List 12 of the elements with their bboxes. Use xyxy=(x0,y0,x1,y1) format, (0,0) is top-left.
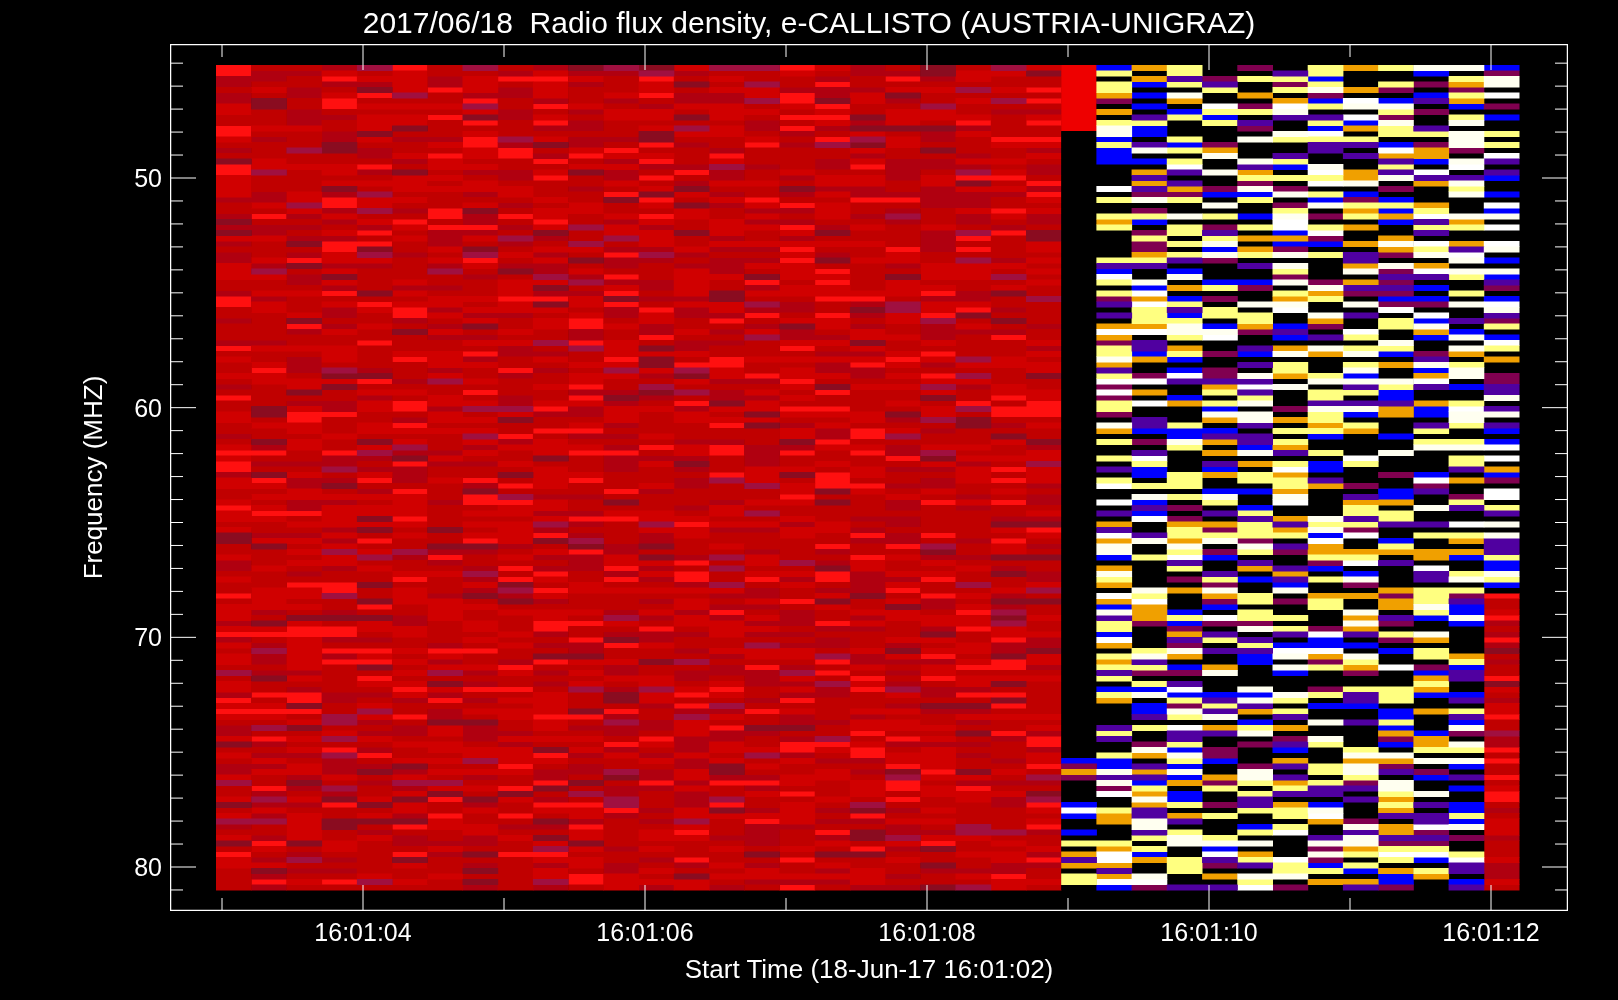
y-tick-label: 50 xyxy=(134,166,162,191)
y-tick-label: 80 xyxy=(134,855,162,880)
y-axis-label: Frequency (MHZ) xyxy=(77,375,110,580)
x-tick-label: 16:01:04 xyxy=(314,920,412,945)
x-tick-label: 16:01:12 xyxy=(1442,920,1540,945)
y-tick-label: 70 xyxy=(134,625,162,651)
x-tick-label: 16:01:06 xyxy=(596,920,694,945)
plot-title: 2017/06/18 Radio flux density, e-CALLISTO (AUSTRIA-UNIGRAZ) xyxy=(362,4,1256,41)
y-tick-label: 60 xyxy=(134,395,162,421)
x-tick-label: 16:01:08 xyxy=(878,920,976,945)
x-tick-label: 16:01:10 xyxy=(1160,920,1258,945)
x-axis-label: Start Time (18-Jun-17 16:01:02) xyxy=(684,953,1054,986)
